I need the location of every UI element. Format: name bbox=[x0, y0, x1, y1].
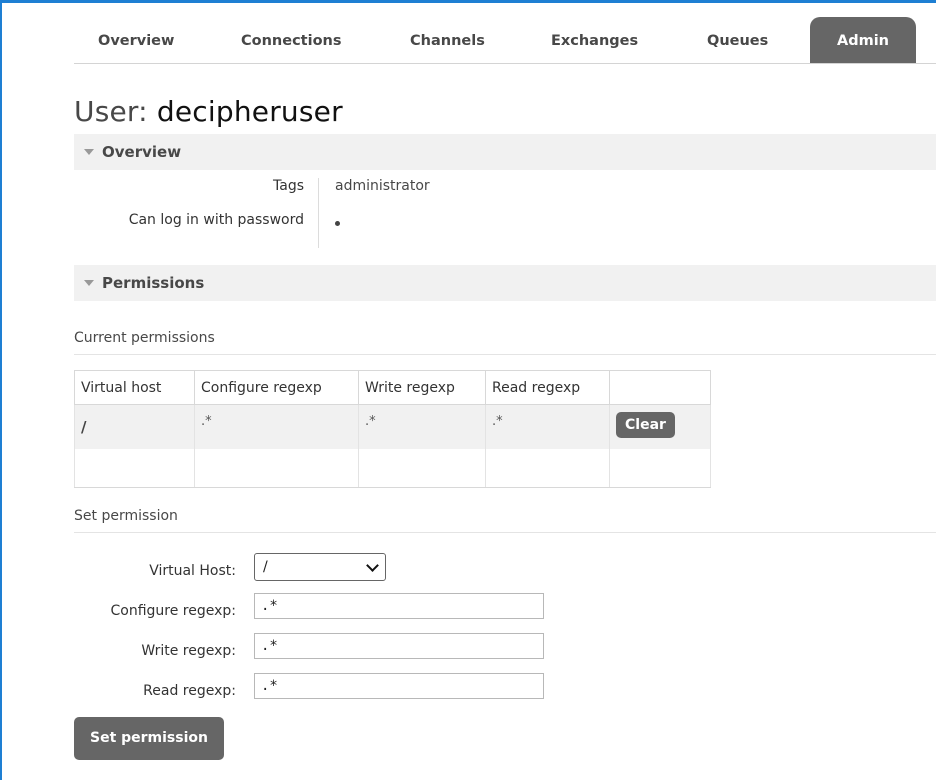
tab-exchanges[interactable]: Exchanges bbox=[551, 17, 638, 63]
login-label: Can log in with password bbox=[128, 212, 304, 228]
column-header-write: Write regexp bbox=[358, 370, 486, 405]
main-nav: Overview Connections Channels Exchanges … bbox=[74, 17, 936, 64]
permissions-section-label: Permissions bbox=[102, 274, 205, 292]
tags-label: Tags bbox=[273, 178, 304, 194]
set-permission-heading: Set permission bbox=[74, 508, 936, 533]
table-row: / .* .* .* Clear bbox=[74, 404, 711, 449]
tab-admin[interactable]: Admin bbox=[810, 17, 916, 63]
configure-regexp-input[interactable]: .* bbox=[254, 593, 544, 619]
overview-section-label: Overview bbox=[102, 143, 182, 161]
write-regexp-label: Write regexp: bbox=[141, 643, 236, 659]
column-header-configure: Configure regexp bbox=[194, 370, 359, 405]
collapse-triangle-icon bbox=[84, 148, 94, 155]
configure-regexp-label: Configure regexp: bbox=[110, 603, 236, 619]
window-frame-top bbox=[0, 0, 936, 3]
column-header-vhost: Virtual host bbox=[74, 370, 195, 405]
table-row-empty bbox=[74, 449, 711, 488]
tags-value: administrator bbox=[335, 178, 430, 194]
tab-queues[interactable]: Queues bbox=[707, 17, 768, 63]
cell-write-value: .* bbox=[365, 414, 376, 429]
clear-button[interactable]: Clear bbox=[616, 412, 675, 438]
empty-cell bbox=[358, 449, 486, 488]
read-regexp-label: Read regexp: bbox=[143, 683, 236, 699]
page-title-user: decipheruser bbox=[156, 95, 343, 128]
chevron-down-icon bbox=[366, 559, 379, 572]
current-permissions-heading: Current permissions bbox=[74, 330, 936, 355]
vhost-select[interactable]: / bbox=[254, 553, 386, 581]
set-permission-button[interactable]: Set permission bbox=[74, 717, 224, 760]
empty-cell bbox=[485, 449, 610, 488]
column-header-read: Read regexp bbox=[485, 370, 610, 405]
collapse-triangle-icon bbox=[84, 279, 94, 286]
page-title: User: decipheruser bbox=[74, 95, 343, 128]
cell-read: .* bbox=[485, 404, 610, 449]
empty-cell bbox=[74, 449, 195, 488]
tab-connections[interactable]: Connections bbox=[241, 17, 342, 63]
empty-cell bbox=[194, 449, 359, 488]
read-regexp-input[interactable]: .* bbox=[254, 673, 544, 699]
cell-read-value: .* bbox=[492, 414, 503, 429]
write-regexp-input[interactable]: .* bbox=[254, 633, 544, 659]
window-frame-left bbox=[0, 0, 2, 780]
tab-overview[interactable]: Overview bbox=[98, 17, 174, 63]
cell-write: .* bbox=[358, 404, 486, 449]
cell-action: Clear bbox=[609, 404, 711, 449]
permissions-table: Virtual host Configure regexp Write rege… bbox=[74, 370, 711, 488]
overview-section-header[interactable]: Overview bbox=[74, 134, 936, 170]
tab-channels[interactable]: Channels bbox=[410, 17, 485, 63]
permissions-section-header[interactable]: Permissions bbox=[74, 265, 936, 301]
login-value-bullet bbox=[335, 221, 340, 226]
overview-divider bbox=[318, 178, 319, 248]
vhost-select-value: / bbox=[263, 559, 268, 575]
page-title-label: User: bbox=[74, 95, 148, 128]
empty-cell bbox=[609, 449, 711, 488]
cell-vhost: / bbox=[74, 404, 195, 449]
cell-configure-value: .* bbox=[201, 414, 212, 429]
column-header-action bbox=[609, 370, 711, 405]
cell-configure: .* bbox=[194, 404, 359, 449]
vhost-label: Virtual Host: bbox=[149, 563, 236, 579]
